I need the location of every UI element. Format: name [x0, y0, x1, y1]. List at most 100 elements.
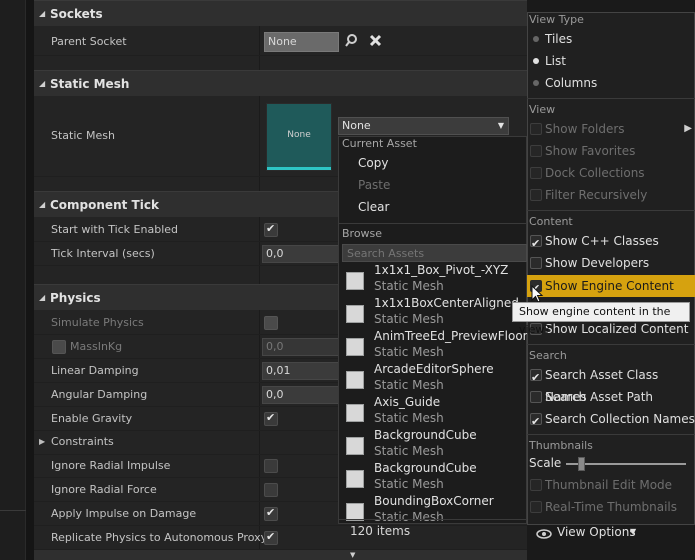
submenu-arrow-icon: ▶ [684, 123, 692, 134]
category-title: Sockets [50, 7, 103, 21]
paste-menu-item[interactable]: Paste [339, 174, 527, 196]
tiles-label: Tiles [545, 32, 573, 46]
columns-option[interactable]: Columns [527, 72, 695, 94]
property-label: Constraints [51, 435, 114, 448]
separator [339, 519, 527, 520]
parent-socket-field[interactable]: None [264, 32, 339, 52]
ignore-radial-force-checkbox[interactable] [264, 483, 278, 497]
property-label: Start with Tick Enabled [51, 223, 179, 236]
expand-triangle-icon: ▶ [39, 437, 46, 446]
property-label: Parent Socket [51, 35, 127, 48]
radio-icon [533, 36, 539, 42]
static-mesh-thumbnail[interactable]: None [266, 103, 332, 171]
search-icon[interactable] [344, 33, 360, 49]
static-mesh-thumbnail-icon [346, 371, 364, 389]
dock-collections-option[interactable]: Dock Collections [527, 162, 695, 184]
asset-list-item[interactable]: Axis_Guide Static Mesh [340, 395, 527, 428]
linear-damping-field[interactable]: 0,01 [262, 362, 342, 380]
separator [527, 210, 695, 211]
category-static-mesh[interactable]: ◢ Static Mesh [34, 70, 527, 96]
search-header: Search [529, 349, 567, 362]
property-label: Replicate Physics to Autonomous Proxy [51, 531, 268, 544]
list-option[interactable]: List [527, 50, 695, 72]
static-mesh-thumbnail-icon [346, 404, 364, 422]
asset-list-item[interactable]: 1x1x1BoxCenterAligned Static Mesh [340, 296, 527, 329]
show-developers-option[interactable]: Show Developers Content [527, 252, 695, 292]
property-label: Apply Impulse on Damage [51, 507, 197, 520]
asset-list-item[interactable]: ArcadeEditorSphere Static Mesh [340, 362, 527, 395]
filter-recursively-option[interactable]: Filter Recursively [527, 184, 695, 206]
separator [527, 434, 695, 435]
asset-type: Static Mesh [374, 444, 444, 458]
clear-icon[interactable] [368, 33, 384, 49]
view-type-header: View Type [529, 13, 584, 26]
show-folders-label: Show Folders [545, 122, 625, 136]
show-cpp-option[interactable]: Show C++ Classes [527, 230, 695, 255]
ignore-radial-impulse-checkbox[interactable] [264, 459, 278, 473]
show-cpp-label: Show C++ Classes [545, 234, 659, 248]
asset-type: Static Mesh [374, 510, 444, 524]
collapse-triangle-icon: ◢ [39, 79, 46, 88]
thumbnail-edit-mode-option[interactable]: Thumbnail Edit Mode [527, 474, 695, 496]
scale-slider-thumb[interactable] [578, 457, 585, 471]
show-engine-content-option[interactable]: Show Engine Content [527, 275, 695, 300]
separator [527, 98, 695, 99]
chevron-down-icon: ▼ [630, 527, 637, 536]
property-label: Angular Damping [51, 388, 148, 401]
search-class-names-option[interactable]: Search Asset Class Names [527, 364, 695, 404]
replicate-physics-checkbox[interactable] [264, 530, 278, 545]
apply-impulse-checkbox[interactable] [264, 506, 278, 521]
separator [527, 344, 695, 345]
mass-value: 0,0 [266, 340, 284, 353]
checkbox-icon [530, 167, 542, 179]
property-label: Tick Interval (secs) [51, 247, 155, 260]
collapse-triangle-icon: ◢ [39, 9, 46, 18]
search-collection-names-option[interactable]: Search Collection Names [527, 408, 695, 433]
asset-name: AnimTreeEd_PreviewFloor [374, 329, 528, 343]
search-assets-input[interactable] [342, 244, 527, 262]
static-mesh-thumbnail-icon [346, 470, 364, 488]
filter-recursively-label: Filter Recursively [545, 188, 648, 202]
scroll-down-icon[interactable]: ▼ [350, 550, 355, 560]
asset-list-item[interactable]: BackgroundCube Static Mesh [340, 428, 527, 461]
tiles-option[interactable]: Tiles [527, 28, 695, 50]
tick-interval-field[interactable]: 0,0 [262, 245, 342, 263]
content-header: Content [529, 215, 573, 228]
show-folders-option[interactable]: Show Folders ▶ [527, 118, 695, 140]
asset-name: BackgroundCube [374, 428, 477, 442]
mass-field[interactable]: 0,0 [262, 338, 342, 356]
checkbox-checked-icon [530, 411, 542, 433]
paste-label: Paste [358, 178, 391, 192]
enable-gravity-checkbox[interactable] [264, 411, 278, 426]
asset-type: Static Mesh [374, 312, 444, 326]
angular-damping-field[interactable]: 0,0 [262, 386, 342, 404]
view-options-button[interactable]: View Options ▼ [534, 522, 642, 542]
thumbnail-text: None [287, 130, 311, 140]
tooltip: Show engine content in the view? [512, 302, 690, 336]
show-favorites-option[interactable]: Show Favorites [527, 140, 695, 162]
property-label: Enable Gravity [51, 412, 133, 425]
asset-list-item[interactable]: BackgroundCube Static Mesh [340, 461, 527, 494]
copy-menu-item[interactable]: Copy [339, 152, 527, 174]
checkbox-icon [530, 391, 542, 403]
asset-list-item[interactable]: BoundingBoxCorner Static Mesh [340, 494, 527, 527]
asset-name: 1x1x1_Box_Pivot_-XYZ [374, 263, 509, 277]
realtime-thumbnails-option[interactable]: Real-Time Thumbnails [527, 496, 695, 518]
start-with-tick-checkbox[interactable] [264, 222, 278, 237]
tick-interval-value: 0,0 [266, 247, 284, 260]
static-mesh-thumbnail-icon [346, 437, 364, 455]
mass-override-checkbox[interactable] [52, 340, 66, 354]
category-sockets[interactable]: ◢ Sockets [34, 0, 527, 26]
eye-icon [536, 526, 552, 539]
left-panel-edge [0, 0, 26, 560]
search-asset-path-option[interactable]: Search Asset Path [527, 386, 695, 408]
asset-list-item[interactable]: 1x1x1_Box_Pivot_-XYZ Static Mesh [340, 263, 527, 296]
simulate-physics-checkbox[interactable] [264, 316, 278, 330]
static-mesh-combo[interactable]: None ▼ [338, 117, 509, 135]
asset-type: Static Mesh [374, 345, 444, 359]
static-mesh-thumbnail-icon [346, 272, 364, 290]
asset-list-item[interactable]: AnimTreeEd_PreviewFloor Static Mesh [340, 329, 528, 362]
clear-menu-item[interactable]: Clear [339, 196, 527, 218]
asset-type: Static Mesh [374, 411, 444, 425]
checkbox-icon [530, 501, 542, 513]
